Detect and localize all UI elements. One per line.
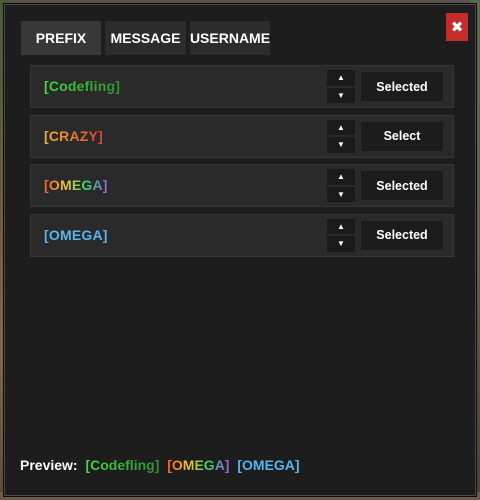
tab-prefix[interactable]: PREFIX <box>21 21 101 55</box>
prefix-row: [OMEGA] ▲ ▼ Selected <box>30 164 454 207</box>
move-up-button[interactable]: ▲ <box>327 70 355 86</box>
prefix-name: [Codefling] <box>44 78 121 94</box>
prefix-name: [OMEGA] <box>44 226 108 243</box>
close-button[interactable]: ✖ <box>446 13 468 41</box>
move-up-button[interactable]: ▲ <box>327 218 355 234</box>
select-button[interactable]: Selected <box>361 220 443 250</box>
move-down-button[interactable]: ▼ <box>327 236 355 252</box>
preview-prefix: [OMEGA] <box>237 457 300 473</box>
move-down-button[interactable]: ▼ <box>327 186 355 202</box>
arrow-down-icon: ▼ <box>337 140 345 150</box>
prefix-row: [CRAZY] ▲ ▼ Select <box>30 114 454 158</box>
preview-label: Preview: <box>20 457 78 473</box>
select-button[interactable]: Selected <box>361 72 443 101</box>
move-down-button[interactable]: ▼ <box>327 137 355 153</box>
arrow-down-icon: ▼ <box>337 189 345 199</box>
arrow-up-icon: ▲ <box>337 221 345 231</box>
reorder-arrows: ▲ ▼ <box>327 169 355 202</box>
reorder-arrows: ▲ ▼ <box>327 218 355 252</box>
prefix-row: [Codefling] ▲ ▼ Selected <box>30 65 454 108</box>
reorder-arrows: ▲ ▼ <box>327 119 355 153</box>
preview-prefix: [Codefling] <box>85 457 160 473</box>
select-button[interactable]: Selected <box>361 171 443 200</box>
tab-username[interactable]: USERNAME <box>190 21 270 55</box>
move-up-button[interactable]: ▲ <box>327 119 355 135</box>
reorder-arrows: ▲ ▼ <box>327 70 355 103</box>
prefix-name: [OMEGA] <box>44 177 108 193</box>
prefix-panel: PREFIX MESSAGE USERNAME ✖ [Codefling] ▲ … <box>3 3 477 497</box>
prefix-row: [OMEGA] ▲ ▼ Selected <box>30 213 454 257</box>
tab-message[interactable]: MESSAGE <box>105 21 186 55</box>
move-up-button[interactable]: ▲ <box>327 169 355 185</box>
prefix-preview: Preview: [Codefling] [OMEGA] [OMEGA] <box>20 457 304 473</box>
preview-prefix: [OMEGA] <box>167 457 230 473</box>
select-button[interactable]: Select <box>361 121 443 151</box>
arrow-down-icon: ▼ <box>337 90 345 100</box>
move-down-button[interactable]: ▼ <box>327 87 355 103</box>
arrow-up-icon: ▲ <box>337 73 345 83</box>
arrow-up-icon: ▲ <box>337 122 345 132</box>
arrow-down-icon: ▼ <box>337 239 345 249</box>
arrow-up-icon: ▲ <box>337 172 345 182</box>
tab-bar: PREFIX MESSAGE USERNAME <box>21 21 270 55</box>
prefix-list: [Codefling] ▲ ▼ Selected [CRAZY] ▲ ▼ Sel… <box>30 65 454 263</box>
prefix-name: [CRAZY] <box>44 127 103 144</box>
close-icon: ✖ <box>450 19 464 36</box>
